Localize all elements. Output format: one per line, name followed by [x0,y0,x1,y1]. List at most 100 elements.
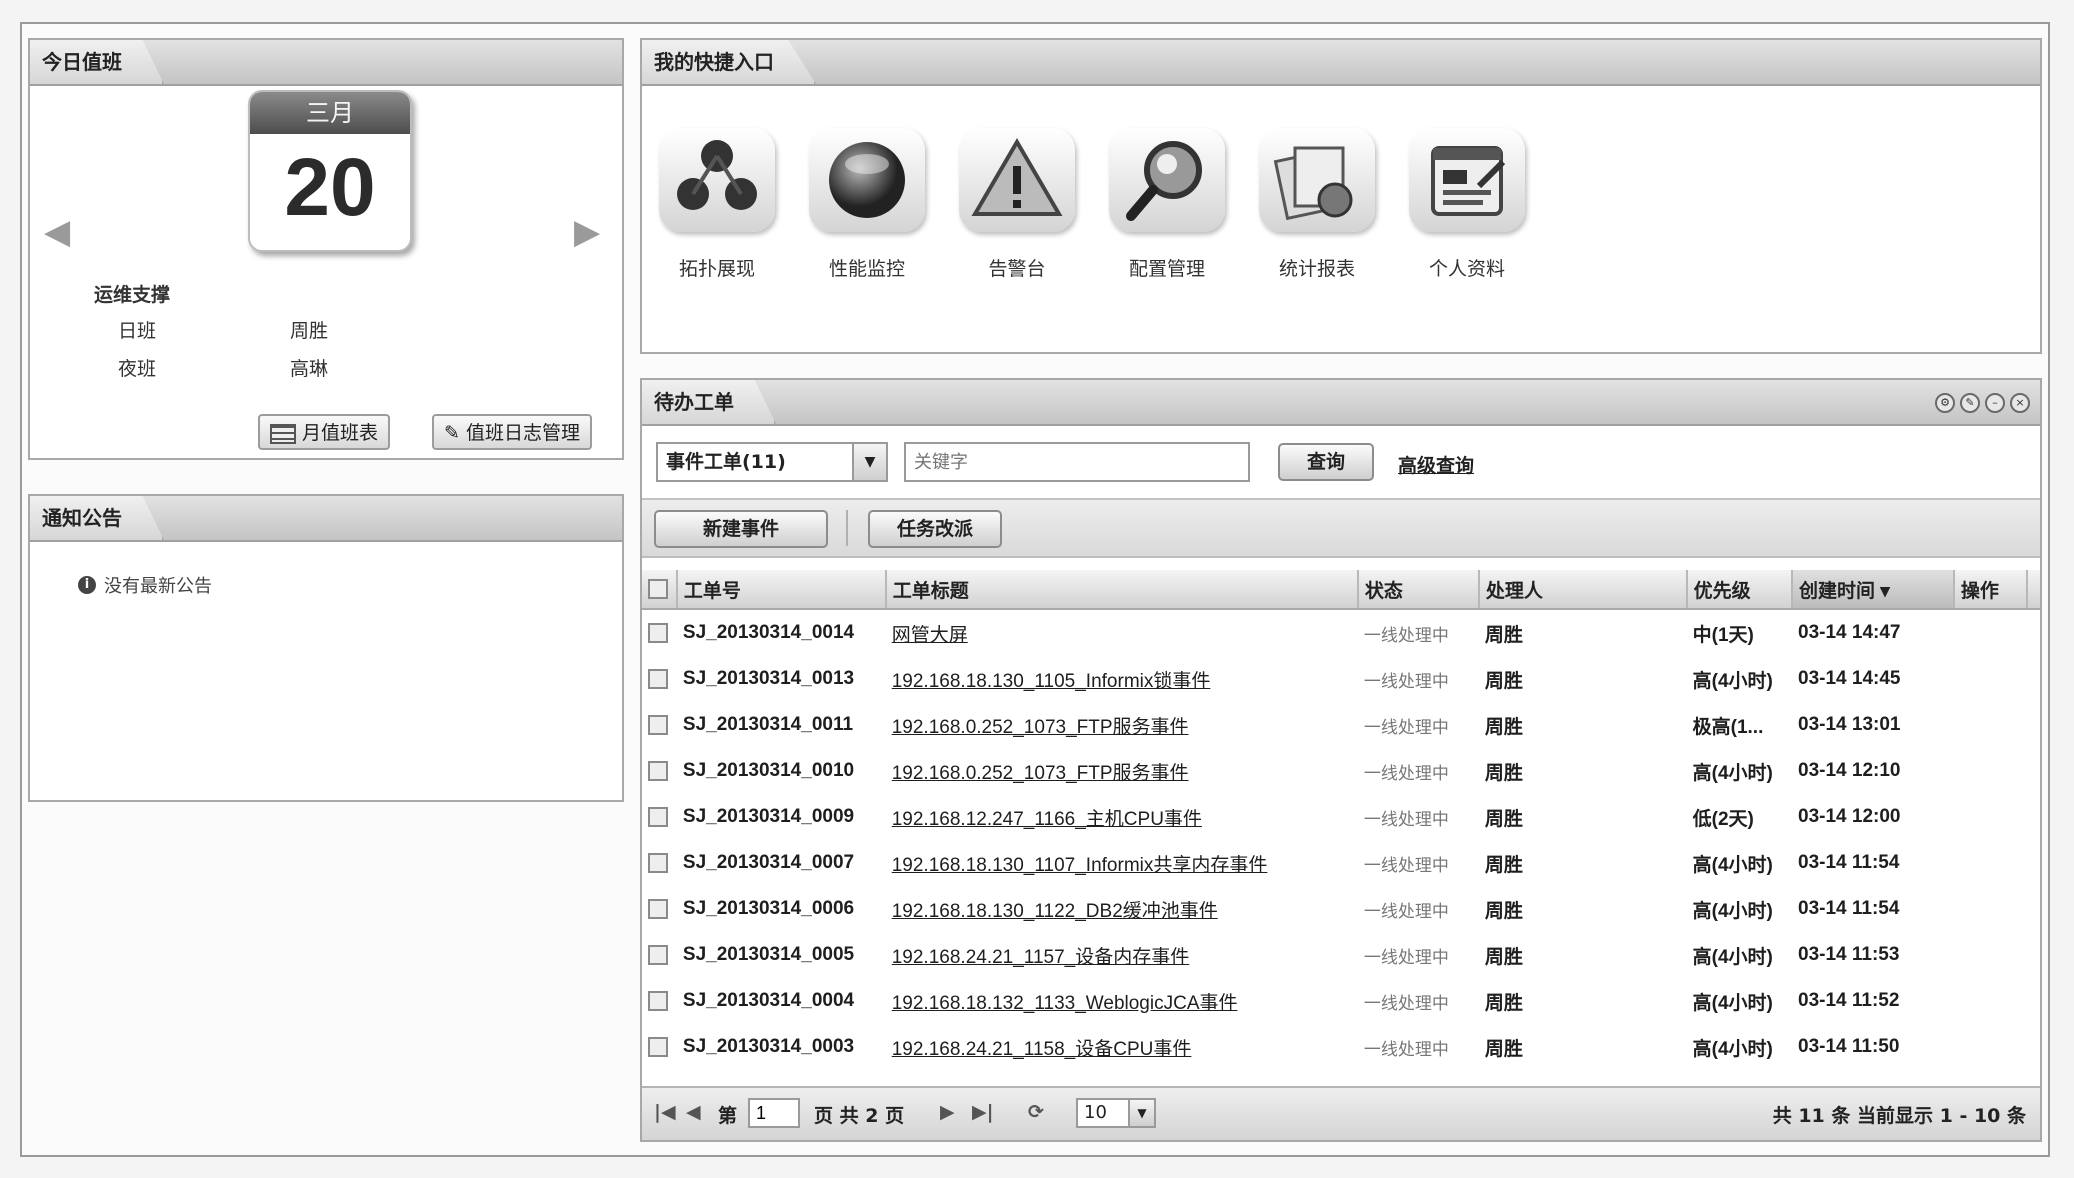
order-title-cell: 192.168.18.130_1122_DB2缓冲池事件 [886,886,1358,932]
col-priority[interactable]: 优先级 [1686,570,1794,610]
order-title-link[interactable]: 192.168.0.252_1073_FTP服务事件 [892,763,1189,784]
row-select-cell[interactable] [642,1024,677,1070]
row-checkbox[interactable] [648,806,668,827]
order-title-link[interactable]: 192.168.24.21_1157_设备内存事件 [892,947,1190,968]
order-status: 一线处理中 [1363,901,1449,921]
monthly-duty-button[interactable]: 月值班表 [258,414,391,450]
order-title-link[interactable]: 192.168.18.132_1133_WeblogicJCA事件 [892,993,1238,1014]
row-checkbox[interactable] [648,668,668,689]
order-type-value: 事件工单(11) [666,451,786,473]
shortcut-topology[interactable]: 拓扑展现 [654,128,780,281]
row-checkbox[interactable] [648,852,668,873]
row-checkbox[interactable] [648,1036,668,1057]
col-actions: 操作 [1953,570,2029,610]
table-row[interactable]: SJ_20130314_0003 192.168.24.21_1158_设备CPU… [642,1024,2040,1070]
col-order-id[interactable]: 工单号 [676,570,887,610]
col-status[interactable]: 状态 [1357,570,1480,610]
row-select-cell[interactable] [642,840,677,886]
order-status: 一线处理中 [1363,993,1449,1013]
order-title-link[interactable]: 192.168.24.21_1158_设备CPU事件 [892,1039,1192,1060]
table-row[interactable]: SJ_20130314_0007 192.168.18.130_1107_Info… [642,840,2040,886]
order-title-cell: 192.168.0.252_1073_FTP服务事件 [886,702,1358,748]
shortcut-performance[interactable]: 性能监控 [804,128,930,281]
topology-icon [659,128,775,232]
shortcut-alarm[interactable]: 告警台 [954,128,1080,281]
row-checkbox[interactable] [648,898,668,919]
row-select-cell[interactable] [642,609,677,656]
order-title-link[interactable]: 192.168.18.130_1107_Informix共享内存事件 [892,855,1268,876]
shortcut-report-label: 统计报表 [1278,258,1355,280]
row-select-cell[interactable] [642,794,677,840]
row-checkbox[interactable] [648,990,668,1011]
next-page-icon[interactable]: ▶ [940,1101,955,1123]
report-icon [1259,128,1375,232]
calendar-day: 20 [284,142,376,233]
minimize-icon[interactable]: – [1985,393,2005,413]
duty-log-button[interactable]: ✎ 值班日志管理 [432,414,592,450]
order-status: 一线处理中 [1363,625,1449,645]
row-select-cell[interactable] [642,932,677,978]
select-all-header[interactable] [642,570,678,610]
table-row[interactable]: SJ_20130314_0004 192.168.18.132_1133_Webl… [642,978,2040,1024]
order-type-select[interactable]: 事件工单(11) ▼ [656,442,888,482]
shortcut-config[interactable]: 配置管理 [1104,128,1230,281]
refresh-icon[interactable]: ⟳ [1028,1101,1044,1123]
table-row[interactable]: SJ_20130314_0013 192.168.18.130_1105_Info… [642,656,2040,702]
table-row[interactable]: SJ_20130314_0009 192.168.12.247_1166_主机CP… [642,794,2040,840]
select-all-checkbox[interactable] [648,578,668,599]
task-reassign-button[interactable]: 任务改派 [868,510,1002,548]
row-select-cell[interactable] [642,886,677,932]
table-row[interactable]: SJ_20130314_0005 192.168.24.21_1157_设备内存事… [642,932,2040,978]
order-title-link[interactable]: 192.168.18.130_1105_Informix锁事件 [892,671,1211,692]
edit-icon[interactable]: ✎ [1960,393,1980,413]
prev-page-icon[interactable]: ◀ [686,1101,701,1123]
first-page-icon[interactable]: |◀ [654,1101,676,1123]
table-row[interactable]: SJ_20130314_0011 192.168.0.252_1073_FTP服务… [642,702,2040,748]
notice-panel: 通知公告 i 没有最新公告 [28,494,624,802]
order-id: SJ_20130314_0005 [682,944,855,965]
page-number-input[interactable] [748,1098,800,1128]
row-checkbox[interactable] [648,714,668,735]
col-handler[interactable]: 处理人 [1478,570,1688,610]
last-page-icon[interactable]: ▶| [972,1101,994,1123]
order-handler: 周胜 [1484,854,1523,876]
shortcuts-panel-header: 我的快捷入口 [642,40,2040,86]
profile-icon [1409,128,1525,232]
table-row[interactable]: SJ_20130314_0014 网管大屏 一线处理中 周胜 中(1天) 03-14 14… [642,609,2040,656]
row-select-cell[interactable] [642,656,677,702]
order-title-link[interactable]: 192.168.18.130_1122_DB2缓冲池事件 [892,901,1218,922]
order-title-link[interactable]: 192.168.12.247_1166_主机CPU事件 [892,809,1202,830]
order-status: 一线处理中 [1363,671,1449,691]
row-checkbox[interactable] [648,944,668,965]
row-select-cell[interactable] [642,702,677,748]
order-actions [1954,656,2027,702]
col-order-title[interactable]: 工单标题 [885,570,1359,610]
order-title-link[interactable]: 192.168.0.252_1073_FTP服务事件 [892,717,1189,738]
close-icon[interactable]: × [2010,393,2030,413]
row-select-cell[interactable] [642,978,677,1024]
order-title-cell: 192.168.18.132_1133_WeblogicJCA事件 [886,978,1358,1024]
col-created-time[interactable]: 创建时间 ▾ [1792,570,1955,610]
order-title-link[interactable]: 网管大屏 [892,625,968,646]
performance-icon [809,128,925,232]
shortcut-report[interactable]: 统计报表 [1254,128,1380,281]
new-event-button[interactable]: 新建事件 [654,510,828,548]
row-checkbox[interactable] [648,760,668,781]
order-handler: 周胜 [1484,670,1523,692]
order-actions [1954,702,2027,748]
calendar-prev-icon[interactable]: ◀ [44,212,70,252]
order-status: 一线处理中 [1363,1039,1449,1059]
calendar-next-icon[interactable]: ▶ [574,212,600,252]
table-row[interactable]: SJ_20130314_0006 192.168.18.130_1122_DB2缓… [642,886,2040,932]
row-checkbox[interactable] [648,622,668,643]
page-size-select[interactable]: 10 ▼ [1076,1098,1156,1128]
advanced-search-link[interactable]: 高级查询 [1398,451,1474,478]
row-select-cell[interactable] [642,748,677,794]
table-row[interactable]: SJ_20130314_0010 192.168.0.252_1073_FTP服务… [642,748,2040,794]
search-button[interactable]: 查询 [1278,443,1374,481]
shortcut-profile[interactable]: 个人资料 [1404,128,1530,281]
settings-icon[interactable]: ⚙ [1935,393,1955,413]
keyword-input[interactable] [904,442,1250,482]
order-priority: 高(4小时) [1692,992,1773,1014]
panel-window-controls: ⚙ ✎ – × [1935,393,2030,413]
